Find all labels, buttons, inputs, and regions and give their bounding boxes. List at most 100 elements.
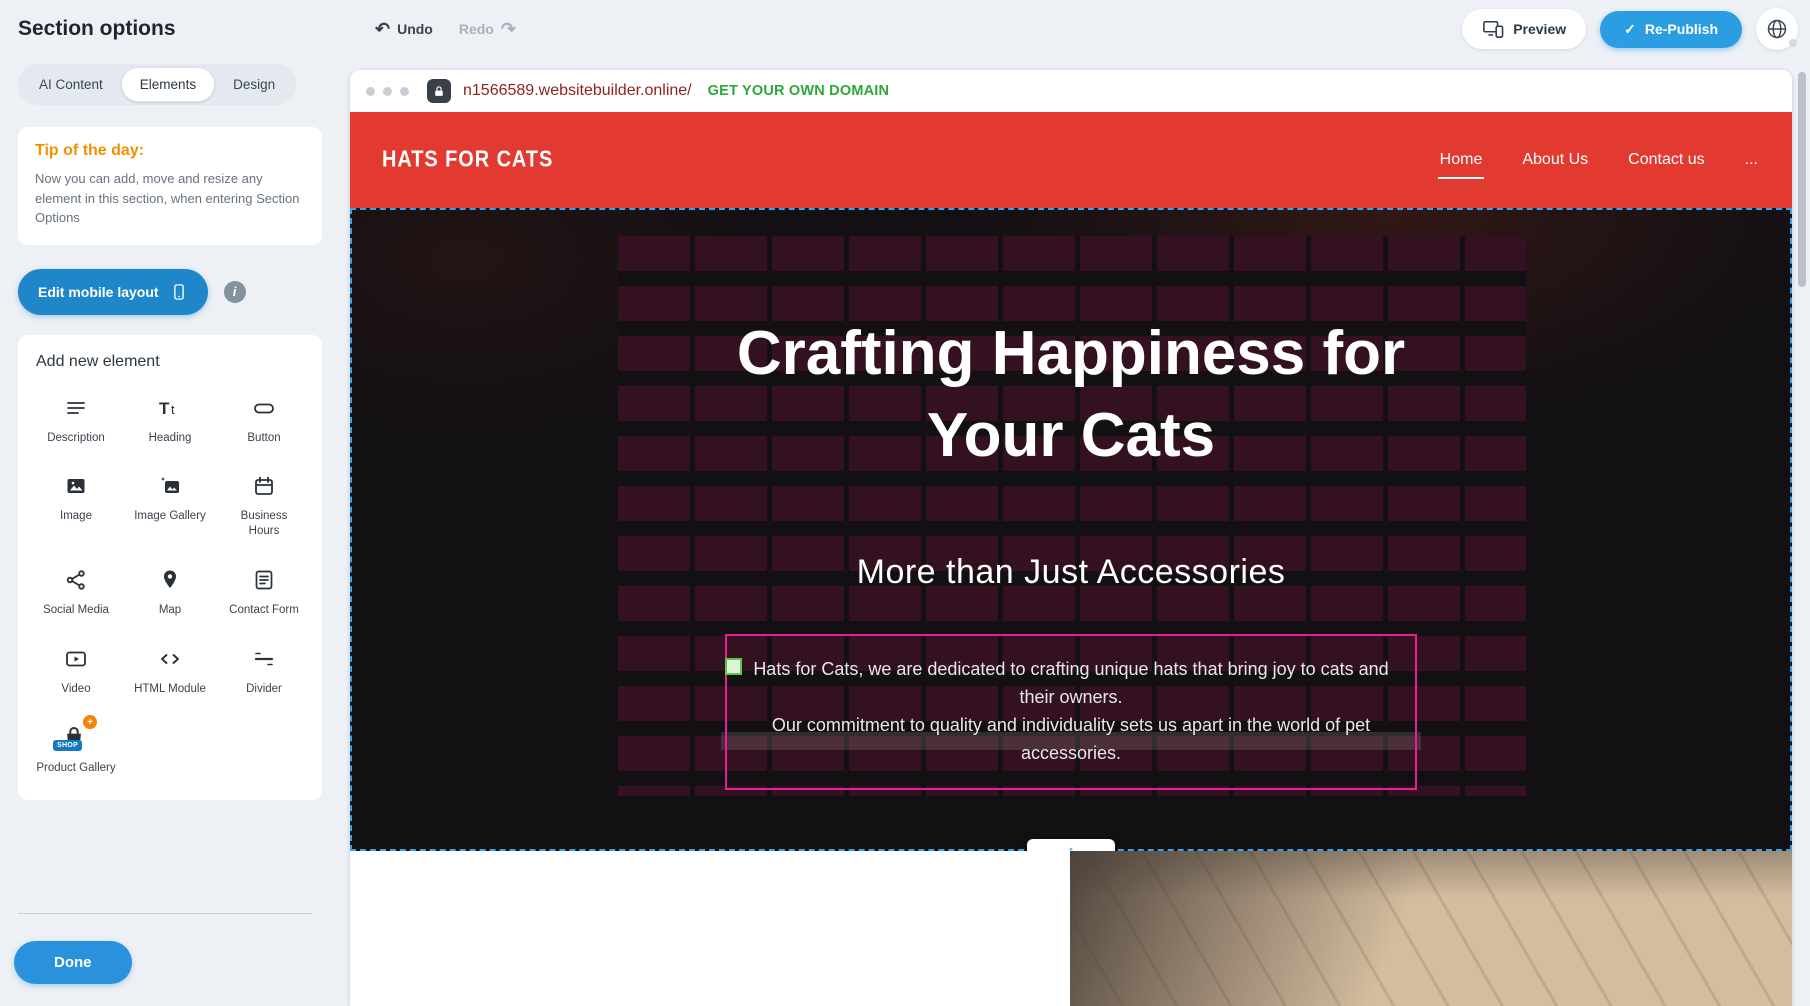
- scrollbar-thumb[interactable]: [1798, 72, 1806, 287]
- element-label: Image Gallery: [134, 509, 206, 524]
- republish-label: Re-Publish: [1645, 21, 1718, 37]
- site-nav: Home About Us Contact us ...: [1438, 145, 1760, 175]
- image-icon: [63, 471, 89, 501]
- svg-text:T: T: [159, 399, 170, 418]
- description-icon: [63, 393, 89, 423]
- hero-paragraph: Hats for Cats, we are dedicated to craft…: [735, 656, 1407, 768]
- preview-button[interactable]: Preview: [1462, 9, 1586, 49]
- nav-contact-us[interactable]: Contact us: [1626, 145, 1706, 175]
- site-logo[interactable]: HATS FOR CATS: [382, 147, 553, 173]
- tab-elements[interactable]: Elements: [121, 67, 215, 102]
- site-viewport: HATS FOR CATS Home About Us Contact us .…: [350, 112, 1792, 1006]
- element-image[interactable]: Image: [36, 471, 116, 539]
- element-label: Button: [247, 431, 280, 446]
- hero-subheading[interactable]: More than Just Accessories: [350, 553, 1792, 592]
- tab-design[interactable]: Design: [215, 68, 293, 101]
- site-url: n1566589.websitebuilder.online/: [463, 82, 692, 100]
- divider-icon: [251, 644, 277, 674]
- element-product-gallery[interactable]: SHOP + Product Gallery: [36, 723, 116, 776]
- edit-mobile-label: Edit mobile layout: [38, 284, 159, 300]
- undo-button[interactable]: ↶ Undo: [375, 20, 433, 38]
- video-icon: [63, 644, 89, 674]
- window-control-dots: [366, 87, 409, 96]
- social-media-icon: [63, 565, 89, 595]
- button-icon: [251, 393, 277, 423]
- edit-mobile-layout-button[interactable]: Edit mobile layout: [18, 269, 208, 315]
- element-html-module[interactable]: HTML Module: [130, 644, 210, 697]
- window-dot: [383, 87, 392, 96]
- sidebar: AI Content Elements Design Tip of the da…: [0, 58, 340, 1006]
- heading-icon: T t: [157, 393, 183, 423]
- element-label: Map: [159, 603, 181, 618]
- browser-frame: n1566589.websitebuilder.online/ GET YOUR…: [350, 70, 1792, 1006]
- next-section[interactable]: [350, 851, 1792, 1006]
- tip-of-the-day-card: Tip of the day: Now you can add, move an…: [18, 127, 322, 245]
- devices-icon: [1482, 19, 1504, 39]
- tip-body: Now you can add, move and resize any ele…: [35, 169, 305, 228]
- section-resize-handle[interactable]: ↕: [1027, 839, 1115, 851]
- undo-icon: ↶: [375, 20, 390, 38]
- globe-icon: [1765, 17, 1789, 41]
- html-module-icon: [157, 644, 183, 674]
- element-description[interactable]: Description: [36, 393, 116, 446]
- window-dot: [366, 87, 375, 96]
- element-label: Social Media: [43, 603, 109, 618]
- main-preview-area: n1566589.websitebuilder.online/ GET YOUR…: [350, 58, 1792, 1006]
- hero-heading[interactable]: Crafting Happiness for Your Cats: [350, 313, 1792, 477]
- element-label: Business Hours: [224, 509, 304, 539]
- svg-text:t: t: [171, 402, 175, 417]
- element-divider[interactable]: Divider: [224, 644, 304, 697]
- element-label: Product Gallery: [36, 761, 115, 776]
- undo-label: Undo: [397, 21, 433, 37]
- element-drag-handle[interactable]: [725, 658, 742, 675]
- add-element-card: Add new element Description T t: [18, 335, 322, 801]
- redo-icon: ↷: [501, 20, 516, 38]
- sidebar-divider: [18, 913, 312, 914]
- element-label: HTML Module: [134, 682, 206, 697]
- element-map[interactable]: Map: [130, 565, 210, 618]
- nav-more-ellipsis[interactable]: ...: [1743, 145, 1760, 175]
- nav-home[interactable]: Home: [1438, 145, 1485, 175]
- element-video[interactable]: Video: [36, 644, 116, 697]
- tip-title: Tip of the day:: [35, 142, 305, 160]
- browser-chrome: n1566589.websitebuilder.online/ GET YOUR…: [350, 70, 1792, 112]
- element-heading[interactable]: T t Heading: [130, 393, 210, 446]
- info-icon[interactable]: i: [224, 281, 246, 303]
- topbar: Section options ↶ Undo Redo ↷ P: [0, 0, 1810, 58]
- page-title: Section options: [18, 17, 176, 41]
- business-hours-icon: [251, 471, 277, 501]
- hero-section[interactable]: Crafting Happiness for Your Cats More th…: [350, 208, 1792, 851]
- nav-about-us[interactable]: About Us: [1520, 145, 1590, 175]
- selected-paragraph-element[interactable]: Hats for Cats, we are dedicated to craft…: [725, 634, 1417, 790]
- add-element-title: Add new element: [36, 353, 304, 371]
- tab-ai-content[interactable]: AI Content: [21, 68, 121, 101]
- phone-icon: [170, 282, 188, 302]
- pavement-photo: [1070, 851, 1792, 1006]
- element-contact-form[interactable]: Contact Form: [224, 565, 304, 618]
- element-social-media[interactable]: Social Media: [36, 565, 116, 618]
- image-gallery-icon: [157, 471, 183, 501]
- element-label: Heading: [149, 431, 192, 446]
- app: Section options ↶ Undo Redo ↷ P: [0, 0, 1810, 1006]
- window-dot: [400, 87, 409, 96]
- language-globe-button[interactable]: [1756, 8, 1798, 50]
- check-icon: ✓: [1624, 21, 1636, 38]
- element-label: Contact Form: [229, 603, 299, 618]
- element-image-gallery[interactable]: Image Gallery: [130, 471, 210, 539]
- mobile-layout-row: Edit mobile layout i: [18, 269, 322, 315]
- topbar-actions: Preview ✓ Re-Publish: [1462, 0, 1798, 58]
- element-label: Description: [47, 431, 105, 446]
- plus-badge: +: [83, 715, 97, 729]
- contact-form-icon: [251, 565, 277, 595]
- element-label: Video: [61, 682, 90, 697]
- republish-button[interactable]: ✓ Re-Publish: [1600, 11, 1742, 48]
- done-button[interactable]: Done: [14, 941, 132, 984]
- site-header: HATS FOR CATS Home About Us Contact us .…: [350, 112, 1792, 208]
- redo-label: Redo: [459, 21, 494, 37]
- get-domain-link[interactable]: GET YOUR OWN DOMAIN: [708, 83, 890, 99]
- element-business-hours[interactable]: Business Hours: [224, 471, 304, 539]
- history-controls: ↶ Undo Redo ↷: [375, 0, 516, 58]
- map-icon: [157, 565, 183, 595]
- redo-button[interactable]: Redo ↷: [459, 20, 516, 38]
- element-button[interactable]: Button: [224, 393, 304, 446]
